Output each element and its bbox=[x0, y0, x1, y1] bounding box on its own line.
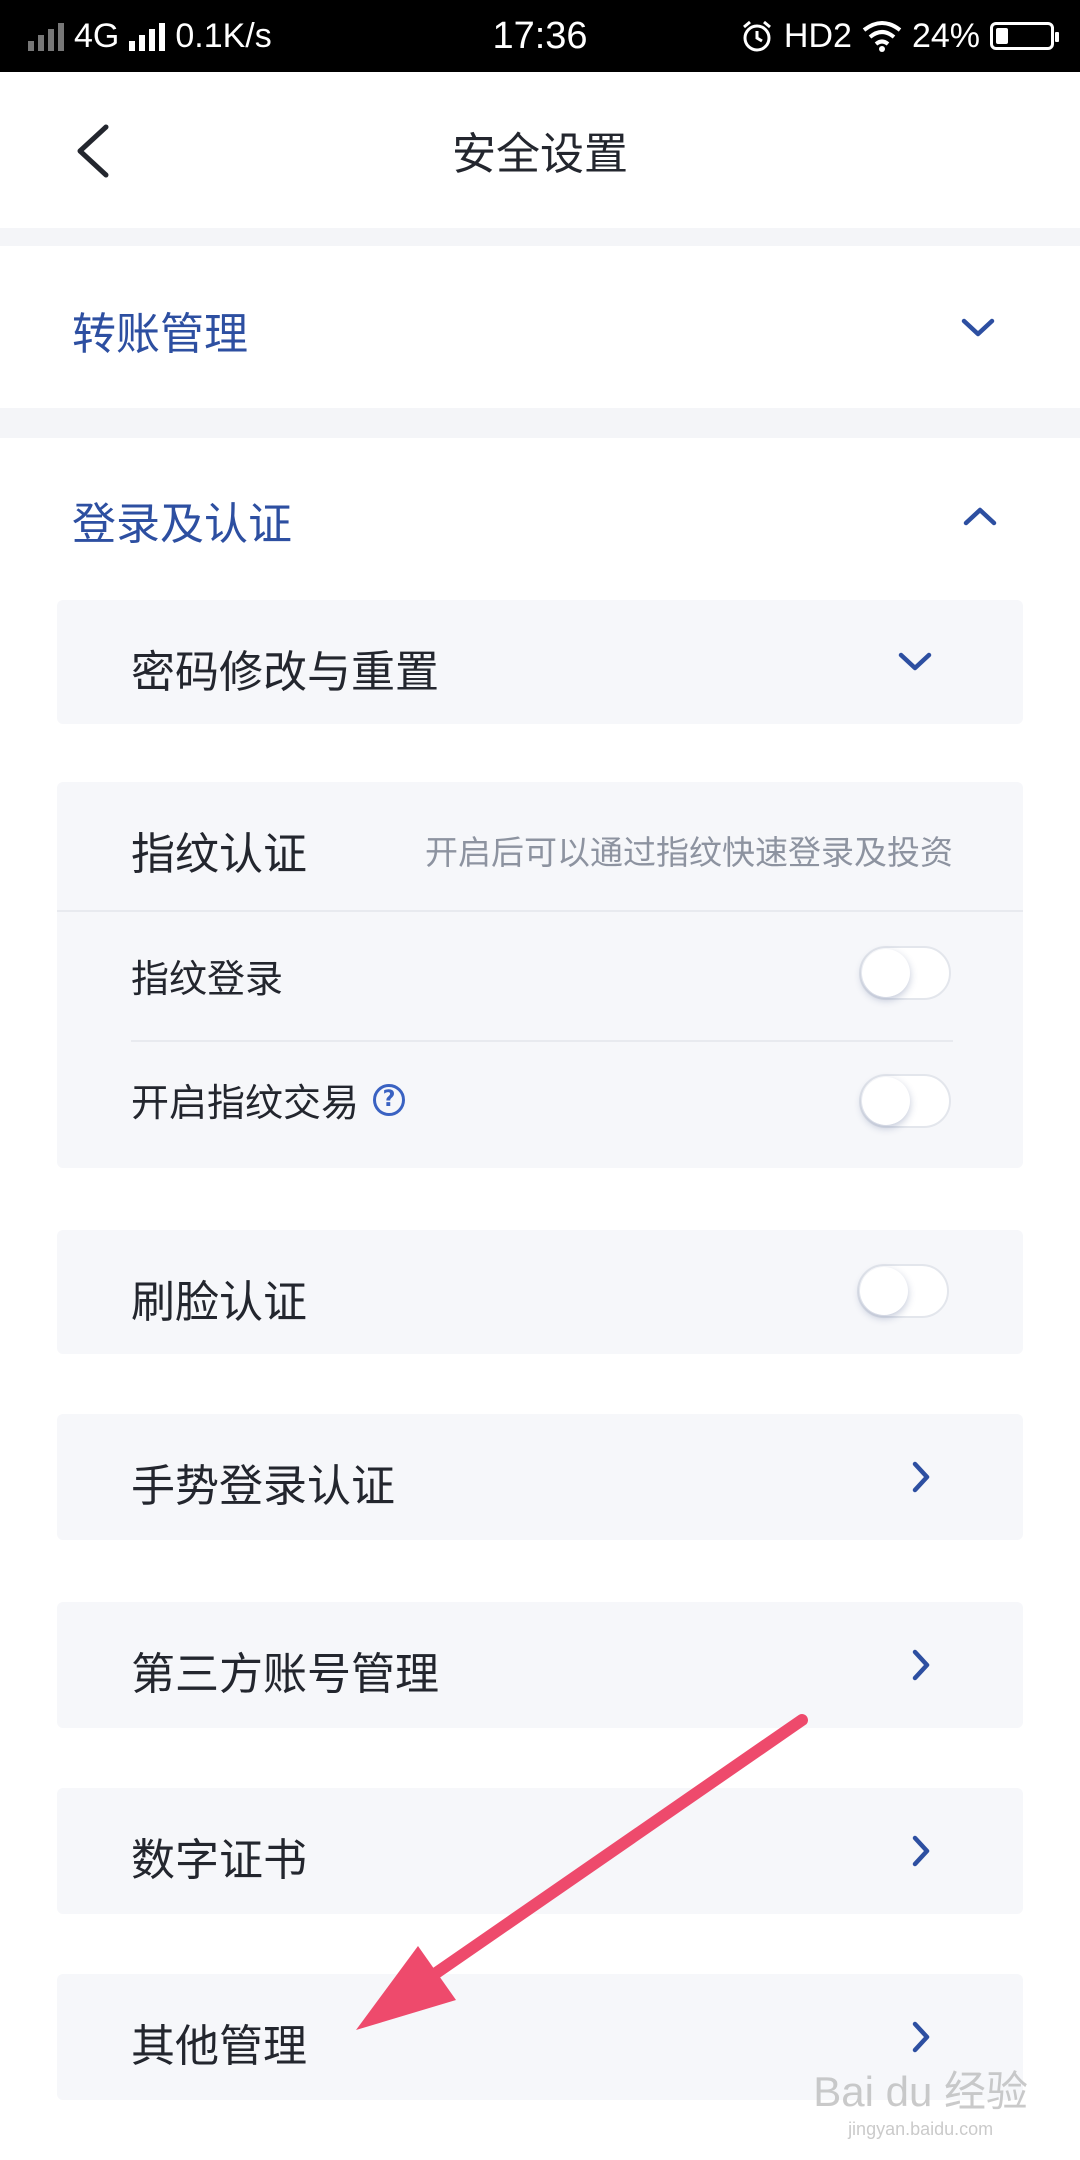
watermark-logo: Bai du 经验 bbox=[813, 2068, 1028, 2115]
watermark-url: jingyan.baidu.com bbox=[848, 2119, 994, 2139]
baidu-watermark: Bai du 经验 jingyan.baidu.com bbox=[813, 2058, 1028, 2140]
annotation-arrow bbox=[356, 1714, 808, 2030]
